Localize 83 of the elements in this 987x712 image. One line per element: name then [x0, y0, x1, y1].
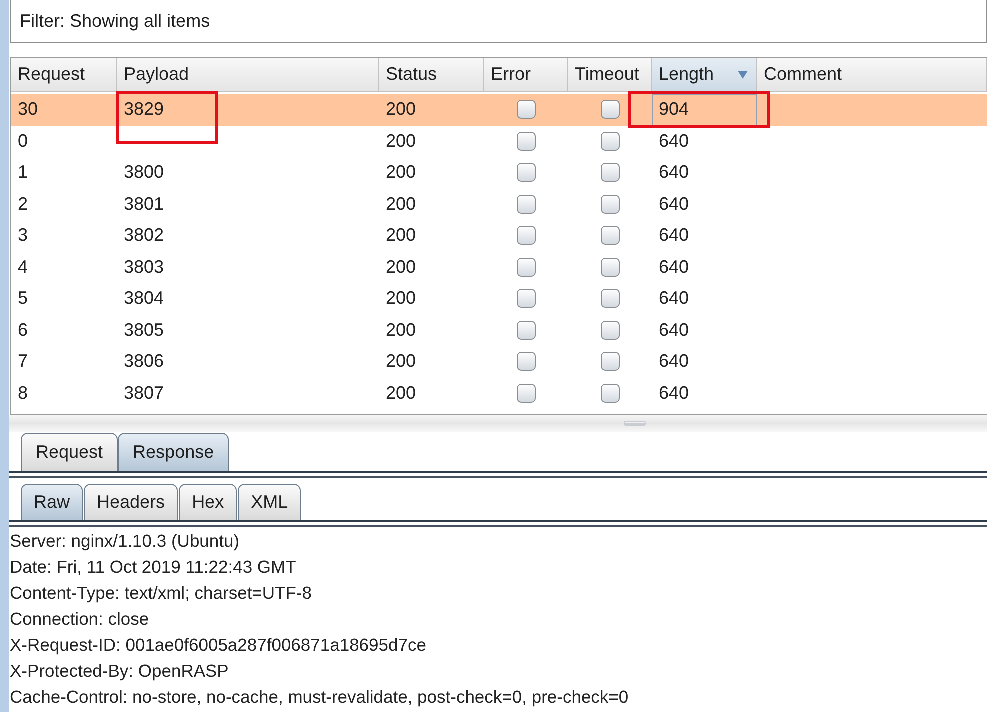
response-line: Date: Fri, 11 Oct 2019 11:22:43 GMT [10, 556, 298, 579]
column-header[interactable]: Request [11, 58, 117, 92]
tab[interactable]: Raw [21, 484, 84, 520]
table-cell-text: 640 [658, 224, 690, 248]
table-cell-text: 200 [385, 161, 418, 184]
table-cell-text: 2 [17, 192, 30, 216]
checkbox[interactable] [516, 258, 536, 277]
checkbox[interactable] [600, 320, 620, 340]
tab[interactable]: Headers [84, 484, 178, 520]
tab[interactable]: Response [118, 433, 230, 471]
tab[interactable]: Hex [179, 484, 238, 520]
table-cell-text: 200 [385, 350, 418, 374]
checkbox[interactable] [516, 226, 536, 246]
table-cell-text: 5 [17, 287, 30, 310]
table-cell-text: 3805 [123, 318, 166, 342]
tab[interactable]: XML [238, 484, 302, 520]
table-cell-text: 3803 [123, 256, 166, 279]
column-header[interactable]: Timeout [568, 58, 652, 92]
table-cell-text: 7 [17, 350, 30, 374]
table-cell-text: 200 [385, 224, 418, 248]
table-cell-text: 1 [17, 161, 30, 184]
column-header[interactable]: Status [379, 58, 484, 92]
table-cell-text: 200 [385, 382, 418, 405]
column-header[interactable]: Comment [757, 58, 987, 92]
column-header[interactable]: Error [484, 58, 568, 92]
table-cell-text: 200 [385, 256, 418, 279]
table-row[interactable]: 30 3829 200 904 [11, 94, 987, 126]
table-cell-text: 640 [658, 130, 690, 153]
tab[interactable]: Request [21, 433, 118, 471]
checkbox[interactable] [516, 163, 536, 182]
response-line: Content-Type: text/xml; charset=UTF-8 [10, 582, 313, 605]
table-cell-text: 3801 [123, 192, 166, 216]
response-line: Connection: close [10, 608, 150, 631]
table-cell-text: 6 [17, 318, 30, 342]
table-cell-text: 8 [17, 382, 30, 405]
table-cell-text: 200 [385, 98, 418, 122]
checkbox[interactable] [600, 258, 620, 277]
checkbox[interactable] [600, 226, 620, 246]
table-cell-text: 30 [17, 98, 40, 122]
table-cell-text: 640 [658, 192, 690, 216]
response-line: Server: nginx/1.10.3 (Ubuntu) [10, 530, 241, 553]
table-cell-text: 640 [658, 287, 690, 310]
checkbox[interactable] [600, 100, 620, 120]
table-cell-text: 640 [658, 318, 690, 342]
table-cell-text: 640 [658, 382, 690, 405]
response-line: X-Request-ID: 001ae0f6005a287f006871a18695d7ce [10, 634, 428, 657]
checkbox[interactable] [600, 132, 620, 151]
table-cell-text: 200 [385, 192, 418, 216]
response-line: X-Protected-By: OpenRASP [10, 660, 230, 683]
checkbox[interactable] [516, 100, 536, 120]
checkbox[interactable] [600, 289, 620, 308]
sort-descending-icon [738, 70, 748, 78]
table-cell: 904 [652, 94, 757, 126]
table-cell-text: 640 [658, 350, 690, 374]
table-cell-text: 3 [17, 224, 30, 248]
checkbox[interactable] [516, 320, 536, 340]
table-cell-text: 3802 [123, 224, 166, 248]
table-cell-text: 3807 [123, 382, 166, 405]
response-line: Cache-Control: no-store, no-cache, must-revalidate, post-check=0, pre-check=0 [10, 686, 630, 709]
table-cell-text: 200 [385, 130, 418, 153]
checkbox[interactable] [600, 194, 620, 214]
table-cell-text: 200 [385, 318, 418, 342]
checkbox[interactable] [516, 132, 536, 151]
checkbox[interactable] [516, 384, 536, 403]
column-header[interactable]: Length [652, 58, 757, 92]
table-cell-text: 3806 [123, 350, 166, 374]
checkbox[interactable] [600, 352, 620, 372]
checkbox[interactable] [516, 352, 536, 372]
table-cell-text: 3804 [123, 287, 166, 310]
table-cell-text: 0 [17, 130, 30, 153]
grip-icon[interactable] [624, 421, 646, 426]
filter-bar[interactable]: Filter: Showing all items [10, 0, 987, 43]
checkbox[interactable] [600, 384, 620, 403]
table-cell-text: 200 [385, 287, 418, 310]
column-header[interactable]: Payload [117, 58, 379, 92]
table-cell-text: 3800 [123, 161, 166, 184]
table-cell-text: 4 [17, 256, 30, 279]
checkbox[interactable] [600, 163, 620, 182]
table-cell-text: 640 [658, 256, 690, 279]
table-cell-text: 3829 [123, 98, 166, 122]
table-cell-text: 640 [658, 161, 690, 184]
checkbox[interactable] [516, 289, 536, 308]
checkbox[interactable] [516, 194, 536, 214]
